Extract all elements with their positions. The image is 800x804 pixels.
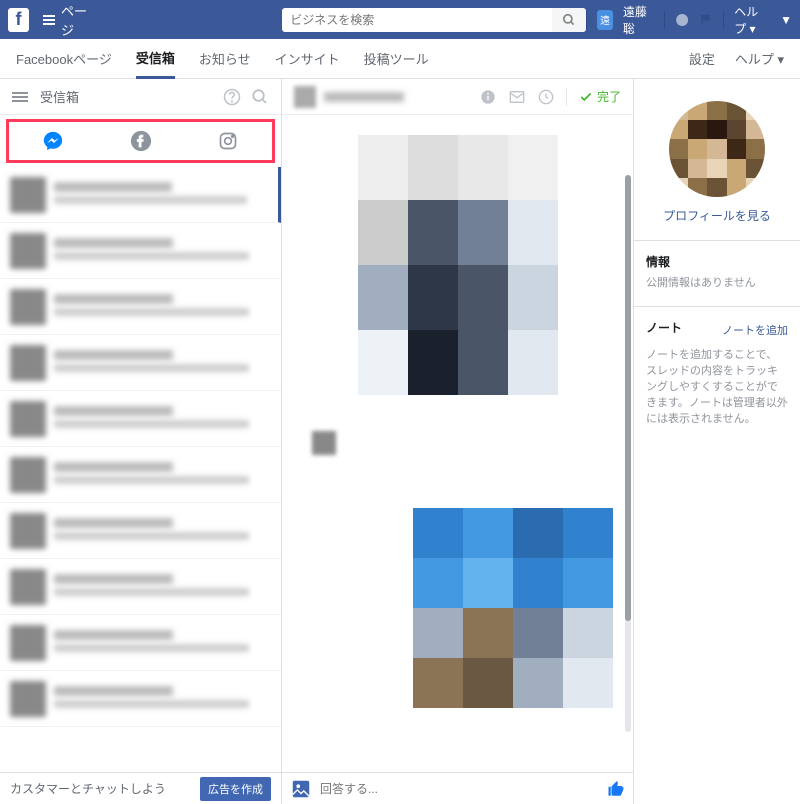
mail-icon[interactable] [508,89,526,105]
message-image-reply [413,508,613,708]
profile-panel: プロフィールを見る 情報 公開情報はありません ノート ノートを追加 ノートを追… [634,79,800,804]
divider [723,11,724,29]
conversation-item[interactable] [0,503,281,559]
conversation-item[interactable] [0,335,281,391]
hamburger-icon [43,13,55,27]
help-link[interactable]: ヘルプ ▾ [734,3,770,37]
help-circle-icon[interactable] [223,88,241,106]
conversation-item[interactable] [0,223,281,279]
conversation-item[interactable] [0,559,281,615]
sub-nav: Facebookページ 受信箱 お知らせ インサイト 投稿ツール 設定 ヘルプ … [0,39,800,79]
main-layout: 受信箱 [0,79,800,804]
conversation-item[interactable] [0,391,281,447]
chat-header: 完了 [282,79,633,115]
search-icon[interactable] [251,88,269,106]
subnav-notifications[interactable]: お知らせ [199,39,251,79]
messenger-icon [42,130,64,152]
info-heading: 情報 [646,253,788,270]
message-image [358,135,558,395]
divider [586,11,587,29]
top-nav: f ページ 遠 遠藤 聡 ヘルプ ▾ ▼ [0,0,800,39]
message-sender-avatar [312,431,336,455]
instagram-icon [218,131,238,151]
subnav-publishing-tools[interactable]: 投稿ツール [364,39,429,79]
chat-avatar [294,86,316,108]
scrollbar[interactable] [625,175,631,732]
note-heading: ノート [646,319,682,336]
sidebar-title: 受信箱 [40,87,213,106]
search-wrap [282,8,586,32]
info-empty-text: 公開情報はありません [646,274,788,290]
subnav-settings[interactable]: 設定 [689,39,715,79]
sidebar-footer: カスタマーとチャットしよう 広告を作成 [0,772,281,804]
conversation-item[interactable] [0,671,281,727]
subnav-inbox[interactable]: 受信箱 [136,39,175,79]
chat-footer [282,772,633,804]
conversation-item[interactable] [0,447,281,503]
note-description: ノートを追加することで、スレッドの内容をトラッキングしやすくすることができます。… [646,346,788,426]
settings-caret[interactable]: ▼ [780,13,792,27]
sidebar-header: 受信箱 [0,79,281,115]
create-ad-button[interactable]: 広告を作成 [200,777,271,801]
channel-tabs-highlight [6,119,275,163]
divider [664,11,665,29]
attach-image-icon[interactable] [290,778,312,800]
clock-icon[interactable] [538,89,554,105]
facebook-logo[interactable]: f [8,8,29,32]
chat-panel: 完了 [282,79,634,804]
view-profile-link[interactable]: プロフィールを見る [646,207,788,224]
add-note-link[interactable]: ノートを追加 [722,322,788,338]
chat-contact-name [324,92,404,102]
footer-prompt: カスタマーとチャットしよう [10,780,166,797]
flag-icon[interactable] [699,11,713,29]
search-input[interactable] [282,8,552,32]
sidebar-menu-icon[interactable] [12,90,28,104]
search-icon [562,13,576,27]
user-avatar-badge[interactable]: 遠 [597,10,613,30]
check-icon [579,90,593,104]
globe-icon[interactable] [675,11,689,29]
subnav-facebook-page[interactable]: Facebookページ [16,39,112,79]
user-name[interactable]: 遠藤 聡 [623,3,654,37]
conversation-item[interactable] [0,167,281,223]
nav-right: 遠 遠藤 聡 ヘルプ ▾ ▼ [586,3,792,37]
subnav-insights[interactable]: インサイト [275,39,340,79]
chat-body [282,115,633,772]
like-icon[interactable] [607,780,625,798]
search-button[interactable] [552,8,586,32]
tab-messenger[interactable] [9,122,97,160]
profile-avatar [669,101,765,197]
facebook-icon [130,130,152,152]
reply-input[interactable] [320,782,599,796]
subnav-help[interactable]: ヘルプ ▾ [735,39,784,79]
conversation-list [0,167,281,772]
info-icon[interactable] [480,89,496,105]
tab-facebook[interactable] [97,122,185,160]
page-menu-button[interactable]: ページ [35,0,102,43]
tab-instagram[interactable] [184,122,272,160]
mark-done-button[interactable]: 完了 [579,88,621,105]
inbox-sidebar: 受信箱 [0,79,282,804]
divider [566,88,567,106]
conversation-item[interactable] [0,279,281,335]
page-label: ページ [61,1,94,39]
conversation-item[interactable] [0,615,281,671]
